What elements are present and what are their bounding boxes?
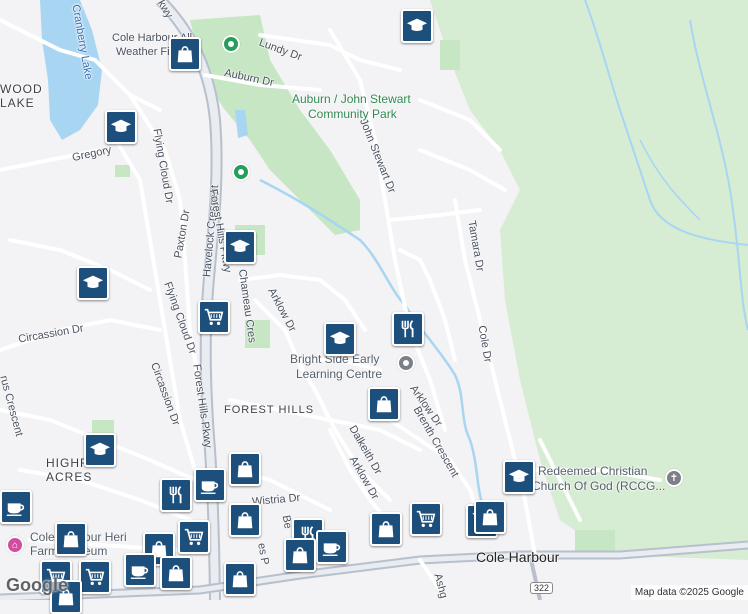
- shopping-bag-icon: [289, 544, 311, 566]
- map-marker-cart[interactable]: [198, 300, 230, 334]
- map-marker-school[interactable]: [503, 460, 535, 494]
- school-icon: [508, 466, 530, 488]
- map-marker-food[interactable]: [392, 312, 424, 346]
- map-marker-food[interactable]: [160, 478, 192, 512]
- map-marker-bag[interactable]: [169, 37, 201, 71]
- map-marker-school[interactable]: [105, 110, 137, 144]
- school-icon: [406, 15, 428, 37]
- shopping-bag-icon: [479, 506, 501, 528]
- map-marker-bag[interactable]: [229, 452, 261, 486]
- map-marker-bag[interactable]: [284, 538, 316, 572]
- coffee-icon: [5, 496, 27, 518]
- map-marker-cafe[interactable]: [194, 468, 226, 502]
- school-icon: [329, 328, 351, 350]
- coffee-icon: [321, 536, 343, 558]
- park-pin-icon[interactable]: [232, 163, 250, 181]
- map-marker-bag[interactable]: [55, 522, 87, 556]
- route-shield: 322: [530, 582, 554, 594]
- map-marker-bag[interactable]: [370, 512, 402, 546]
- shopping-bag-icon: [229, 568, 251, 590]
- museum-pin-icon[interactable]: ⌂: [6, 536, 24, 554]
- cart-icon: [84, 566, 106, 588]
- restaurant-icon: [397, 318, 419, 340]
- shopping-bag-icon: [234, 458, 256, 480]
- map-marker-cafe[interactable]: [124, 553, 156, 587]
- map-marker-bag[interactable]: [160, 556, 192, 590]
- coffee-icon: [199, 474, 221, 496]
- school-icon: [229, 236, 251, 258]
- map-marker-school[interactable]: [224, 230, 256, 264]
- shopping-bag-icon: [375, 518, 397, 540]
- cart-icon: [183, 526, 205, 548]
- sports-field-pin-icon[interactable]: [222, 35, 240, 53]
- shopping-bag-icon: [165, 562, 187, 584]
- map-marker-bag[interactable]: [224, 562, 256, 596]
- map-marker-school[interactable]: [84, 433, 116, 467]
- shopping-bag-icon: [373, 393, 395, 415]
- map-marker-school[interactable]: [77, 266, 109, 300]
- map-marker-cart[interactable]: [410, 502, 442, 536]
- shopping-bag-icon: [234, 509, 256, 531]
- map-marker-school[interactable]: [324, 322, 356, 356]
- school-icon: [110, 116, 132, 138]
- restaurant-icon: [165, 484, 187, 506]
- cart-icon: [203, 306, 225, 328]
- map-marker-cart[interactable]: [79, 560, 111, 594]
- map-marker-bag[interactable]: [368, 387, 400, 421]
- map-marker-bag[interactable]: [474, 500, 506, 534]
- map-marker-cafe[interactable]: [316, 530, 348, 564]
- map-canvas[interactable]: [0, 0, 748, 600]
- place-pin-icon[interactable]: [397, 354, 415, 372]
- shopping-bag-icon: [60, 528, 82, 550]
- map-marker-school[interactable]: [401, 9, 433, 43]
- map-marker-cafe[interactable]: [0, 490, 32, 524]
- cart-icon: [415, 508, 437, 530]
- map-marker-cart[interactable]: [178, 520, 210, 554]
- map-marker-bag[interactable]: [229, 503, 261, 537]
- school-icon: [89, 439, 111, 461]
- shopping-bag-icon: [174, 43, 196, 65]
- google-logo: Google: [6, 575, 68, 595]
- map-attribution: Map data ©2025 Google: [630, 585, 748, 600]
- school-icon: [82, 272, 104, 294]
- church-pin-icon[interactable]: ✝: [665, 469, 683, 487]
- coffee-icon: [129, 559, 151, 581]
